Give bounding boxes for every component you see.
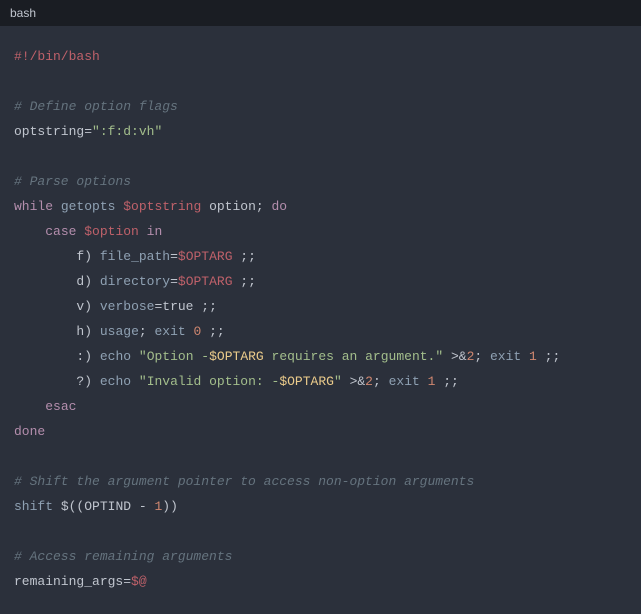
dsemi: ;; bbox=[201, 324, 224, 339]
dsemi: ;; bbox=[537, 349, 560, 364]
language-header: bash bbox=[0, 0, 641, 26]
optind: OPTIND bbox=[84, 499, 131, 514]
word-option: option bbox=[201, 199, 256, 214]
true: true bbox=[162, 299, 193, 314]
kw-in: in bbox=[147, 224, 163, 239]
str-req-1: "Option - bbox=[139, 349, 209, 364]
optarg-in-str: $OPTARG bbox=[279, 374, 334, 389]
paren: ) bbox=[84, 374, 92, 389]
semi: ; bbox=[139, 324, 155, 339]
semi: ; bbox=[256, 199, 272, 214]
paren: ) bbox=[84, 274, 92, 289]
builtin-shift: shift bbox=[14, 499, 53, 514]
var-optstring-ref: $optstring bbox=[123, 199, 201, 214]
paren: ) bbox=[84, 324, 92, 339]
redir: >& bbox=[350, 374, 366, 389]
paren: ) bbox=[84, 349, 92, 364]
minus: - bbox=[131, 499, 154, 514]
comment-shift: # Shift the argument pointer to access n… bbox=[14, 474, 474, 489]
str-req-2: requires an argument." bbox=[264, 349, 443, 364]
var-optstring: optstring bbox=[14, 124, 84, 139]
num-two: 2 bbox=[365, 374, 373, 389]
semi: ; bbox=[474, 349, 490, 364]
builtin-exit: exit bbox=[154, 324, 185, 339]
comment-define-flags: # Define option flags bbox=[14, 99, 178, 114]
eq: = bbox=[123, 574, 131, 589]
language-label: bash bbox=[10, 6, 36, 20]
var-file-path: file_path bbox=[100, 249, 170, 264]
eq: = bbox=[170, 249, 178, 264]
optstring-value: ":f:d:vh" bbox=[92, 124, 162, 139]
optarg-ref: $OPTARG bbox=[178, 274, 233, 289]
kw-do: do bbox=[271, 199, 287, 214]
kw-case: case bbox=[45, 224, 76, 239]
var-directory: directory bbox=[100, 274, 170, 289]
var-option-ref: $option bbox=[84, 224, 139, 239]
dsemi: ;; bbox=[194, 299, 217, 314]
dsemi: ;; bbox=[435, 374, 458, 389]
kw-done: done bbox=[14, 424, 45, 439]
builtin-exit: exit bbox=[490, 349, 521, 364]
equals: = bbox=[84, 124, 92, 139]
var-remaining: remaining_args bbox=[14, 574, 123, 589]
kw-while: while bbox=[14, 199, 53, 214]
fn-usage: usage bbox=[100, 324, 139, 339]
comment-remaining: # Access remaining arguments bbox=[14, 549, 232, 564]
eq: = bbox=[170, 274, 178, 289]
str-inv-2: " bbox=[334, 374, 342, 389]
builtin-exit: exit bbox=[389, 374, 420, 389]
paren: ) bbox=[84, 249, 92, 264]
optarg-in-str: $OPTARG bbox=[209, 349, 264, 364]
dsemi: ;; bbox=[233, 249, 256, 264]
builtin-echo: echo bbox=[100, 349, 131, 364]
num-one: 1 bbox=[529, 349, 537, 364]
comment-parse: # Parse options bbox=[14, 174, 131, 189]
code-block: #!/bin/bash # Define option flags optstr… bbox=[0, 26, 641, 612]
var-verbose: verbose bbox=[100, 299, 155, 314]
kw-esac: esac bbox=[45, 399, 76, 414]
str-inv-1: "Invalid option: - bbox=[139, 374, 279, 389]
redir: >& bbox=[451, 349, 467, 364]
semi: ; bbox=[373, 374, 389, 389]
optarg-ref: $OPTARG bbox=[178, 249, 233, 264]
arith-open: $(( bbox=[61, 499, 84, 514]
arith-close: )) bbox=[162, 499, 178, 514]
dsemi: ;; bbox=[233, 274, 256, 289]
paren: ) bbox=[84, 299, 92, 314]
shebang-line: #!/bin/bash bbox=[14, 49, 100, 64]
builtin-getopts: getopts bbox=[61, 199, 116, 214]
atargs: $@ bbox=[131, 574, 147, 589]
builtin-echo: echo bbox=[100, 374, 131, 389]
